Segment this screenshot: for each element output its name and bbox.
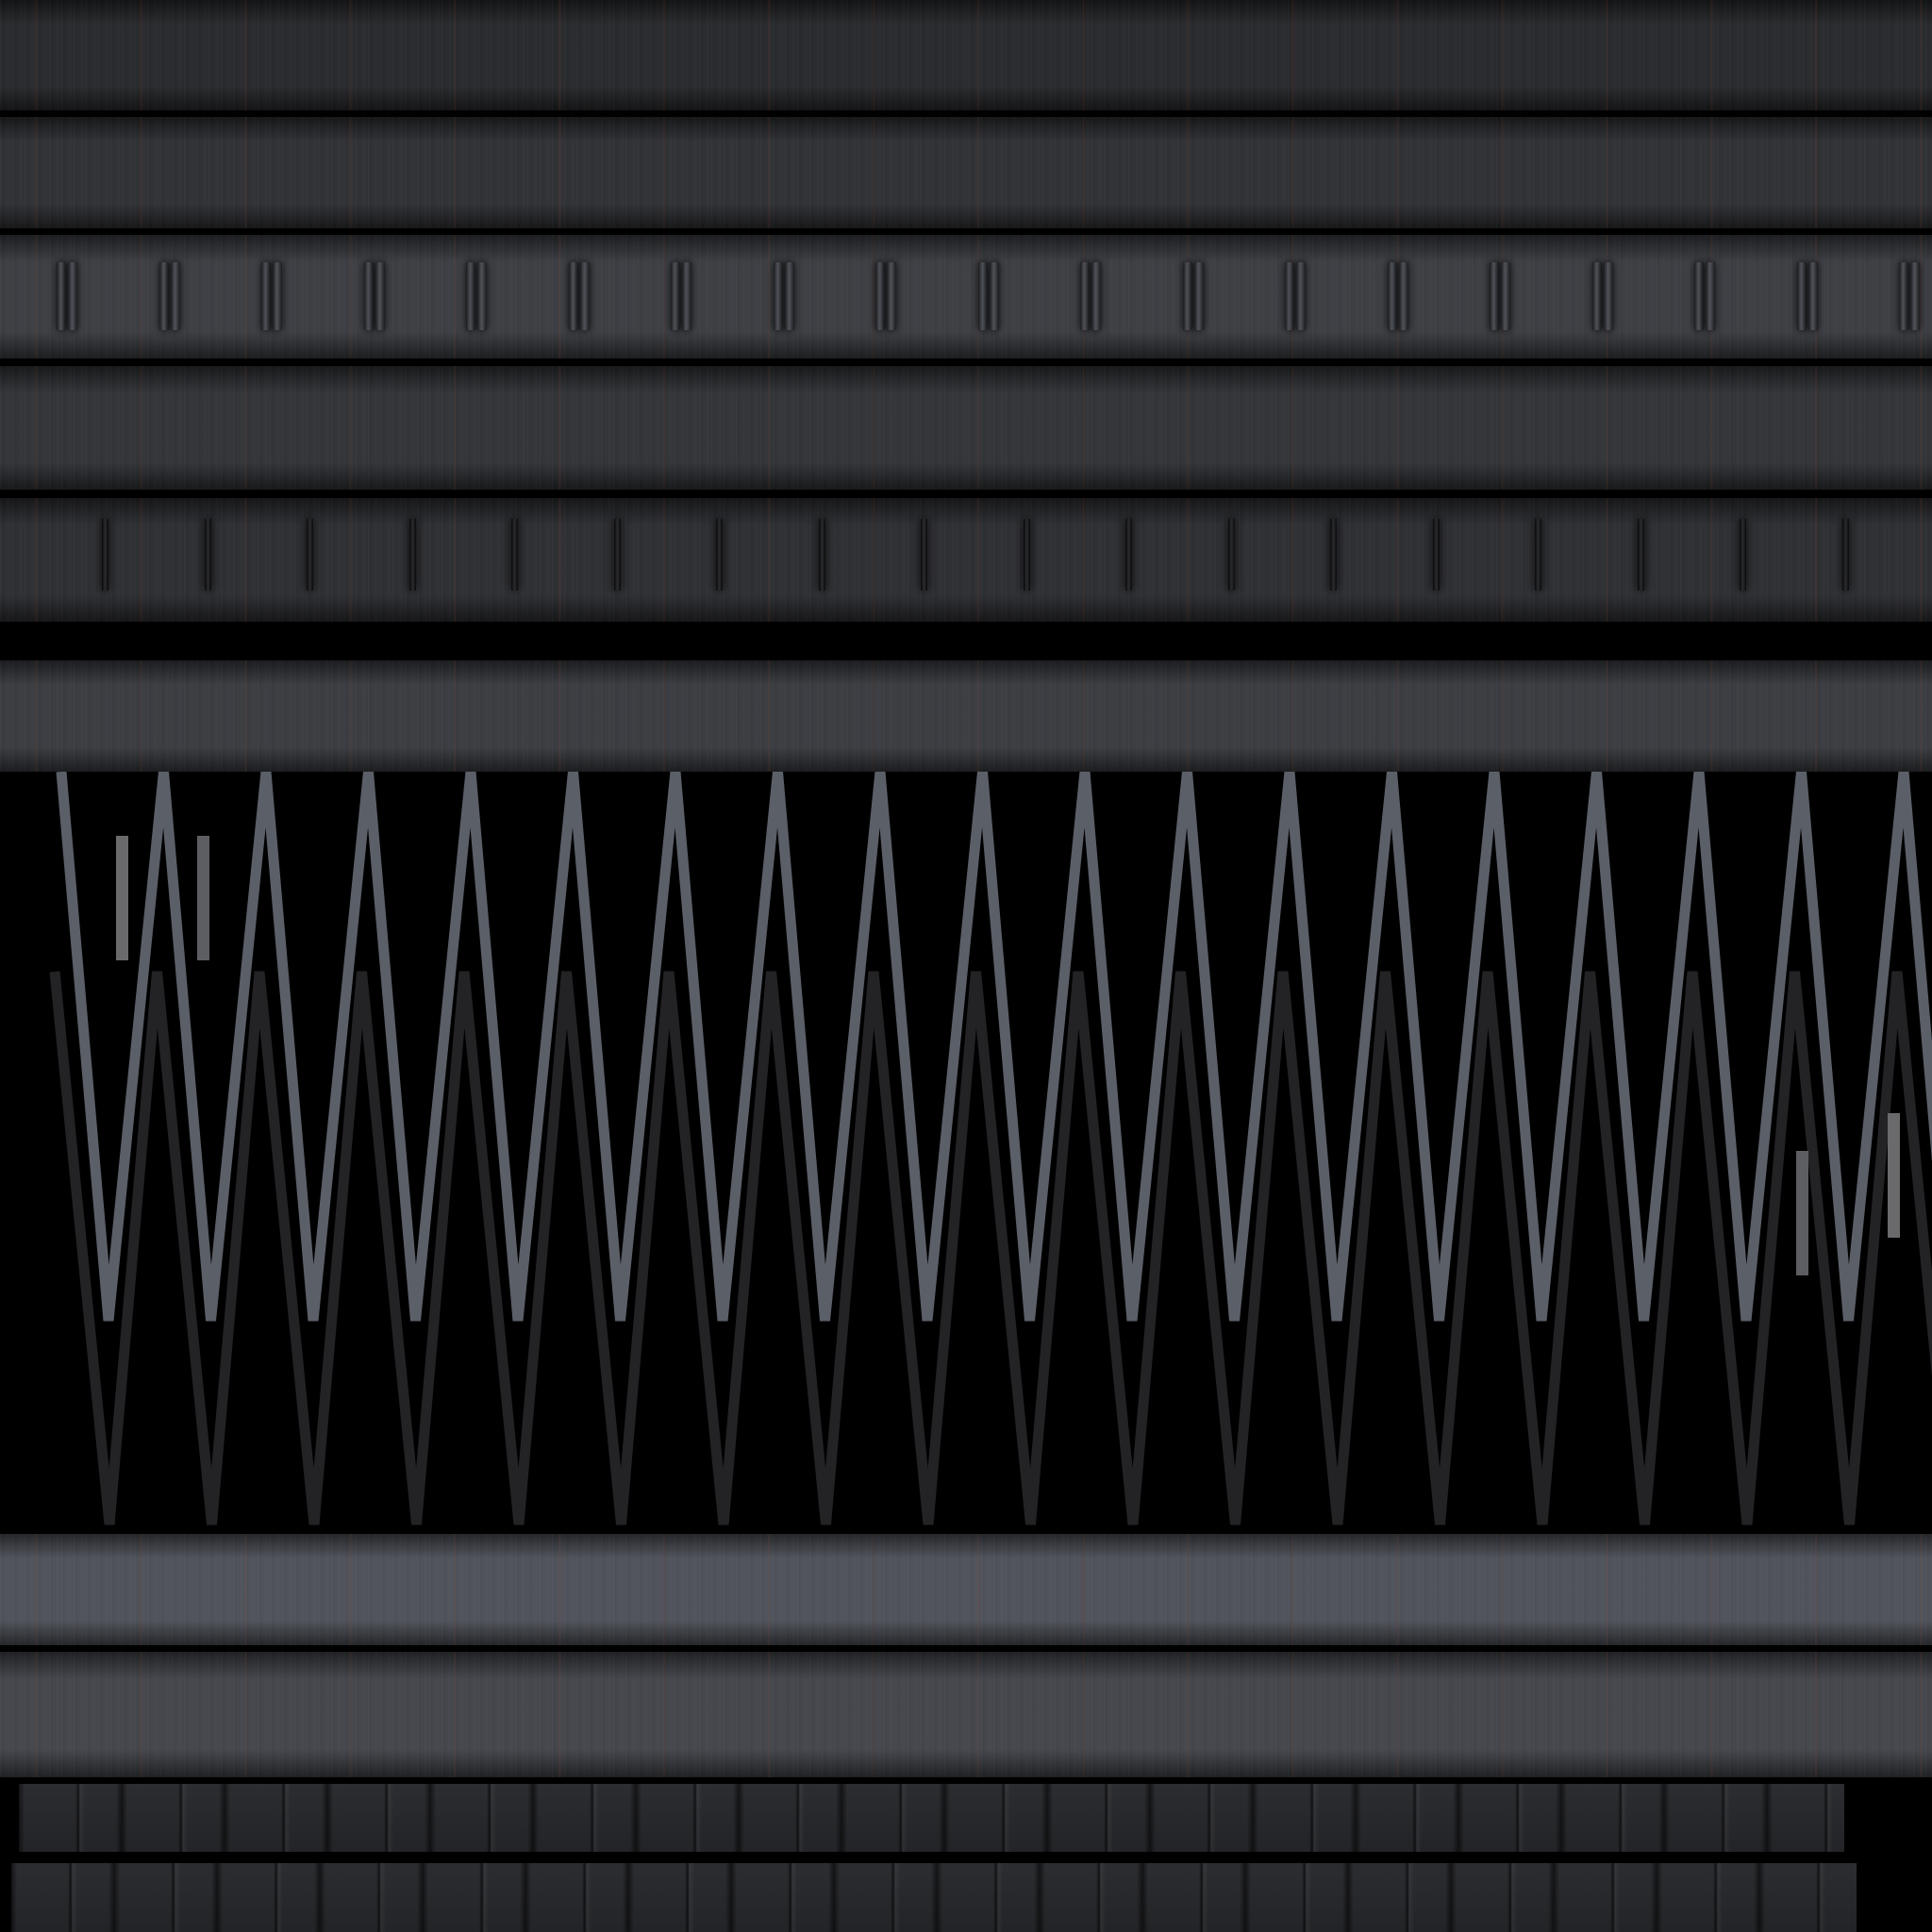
panel-slot (1841, 519, 1849, 591)
clip-bracket (273, 262, 282, 330)
panel-slot (1125, 519, 1132, 591)
panel-slot (1740, 519, 1746, 591)
panel-slot (1227, 519, 1235, 591)
metal-panel-5 (0, 1652, 1932, 1777)
metal-texture-atlas (0, 0, 1932, 1932)
clip-bracket (466, 262, 475, 330)
metal-panel-2 (0, 117, 1932, 228)
clip-bracket (363, 262, 374, 330)
clip-bracket (568, 262, 578, 330)
clip-bracket (1182, 262, 1192, 330)
clip-bracket (1398, 262, 1408, 330)
clip-bracket (1296, 262, 1306, 330)
panel-slot (102, 519, 108, 591)
clip-bracket (1387, 262, 1397, 330)
clip-bracket (1694, 262, 1704, 330)
panel-slot (1330, 519, 1337, 591)
metal-panel-3 (0, 366, 1932, 490)
panel-slot (1535, 519, 1541, 591)
clip-bracket (1490, 262, 1499, 330)
metal-segment-strip-1 (19, 1784, 1844, 1852)
clip-bracket (977, 262, 988, 330)
clip-bracket (170, 262, 180, 330)
clip-bracket (1091, 262, 1101, 330)
metal-panel-1 (0, 0, 1932, 110)
truss-stub (1796, 1151, 1808, 1275)
clip-bracket (1501, 262, 1510, 330)
clip-bracket (579, 262, 590, 330)
metal-segment-strip-2 (11, 1863, 1857, 1932)
clip-bracket (682, 262, 691, 330)
panel-slot (408, 519, 416, 591)
panel-slot (511, 519, 518, 591)
clip-bracket (773, 262, 783, 330)
truss-stub (116, 836, 128, 960)
metal-panel-light (0, 1534, 1932, 1645)
clip-bracket (57, 262, 66, 330)
clip-bracket (671, 262, 680, 330)
metal-panel-4 (0, 660, 1932, 772)
clip-bracket (989, 262, 999, 330)
panel-slot (204, 519, 211, 591)
clip-bracket (261, 262, 271, 330)
clip-bracket (1193, 262, 1204, 330)
clip-bracket (875, 262, 885, 330)
zigzag-truss (49, 772, 1932, 1525)
clip-bracket (158, 262, 169, 330)
clip-bracket (784, 262, 794, 330)
clip-bracket (887, 262, 896, 330)
clip-bracket (1910, 262, 1920, 330)
panel-slot (307, 519, 313, 591)
clip-bracket (1080, 262, 1090, 330)
panel-slot (613, 519, 621, 591)
clip-bracket (1285, 262, 1294, 330)
panel-slot (818, 519, 825, 591)
clip-bracket (1807, 262, 1818, 330)
panel-slot (921, 519, 927, 591)
panel-slot (1432, 519, 1440, 591)
truss-stub (1888, 1113, 1900, 1238)
truss-stub (197, 836, 209, 960)
clip-bracket (1796, 262, 1807, 330)
panel-slot (1637, 519, 1644, 591)
panel-slot (716, 519, 723, 591)
clip-bracket (68, 262, 77, 330)
clip-bracket (1706, 262, 1715, 330)
metal-panel-with-clips (0, 235, 1932, 358)
clip-bracket (477, 262, 487, 330)
clip-bracket (1899, 262, 1908, 330)
clip-bracket (1603, 262, 1613, 330)
panel-slot (1023, 519, 1030, 591)
clip-bracket (375, 262, 385, 330)
clip-bracket (1591, 262, 1602, 330)
